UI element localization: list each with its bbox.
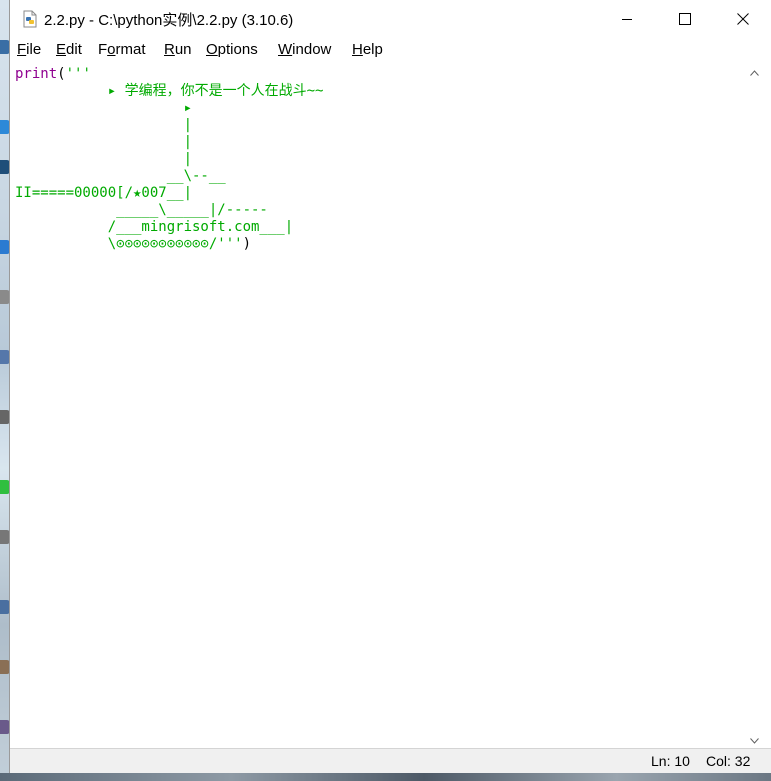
- source-code[interactable]: print(''' ▸ 学编程，你不是一个人在战斗~~ ▸ | | | __\-…: [15, 66, 323, 253]
- title-bar[interactable]: 2.2.py - C:\python实例\2.2.py (3.10.6): [10, 0, 771, 38]
- minimize-icon: [621, 10, 633, 29]
- window-title: 2.2.py - C:\python实例\2.2.py (3.10.6): [44, 12, 294, 29]
- window-right-edge: [763, 62, 771, 773]
- menu-format[interactable]: Format: [98, 41, 146, 58]
- close-paren: ): [242, 236, 252, 252]
- maximize-icon: [679, 10, 691, 29]
- print-keyword: print: [15, 66, 58, 82]
- menu-bar: File Edit Format Run Options Window Help: [10, 38, 771, 62]
- vertical-scrollbar[interactable]: [746, 62, 763, 748]
- scroll-up-button[interactable]: [746, 62, 763, 79]
- python-file-icon: [22, 10, 38, 28]
- desktop-taskbar-edge: [0, 773, 771, 781]
- maximize-button[interactable]: [656, 0, 714, 38]
- menu-help[interactable]: Help: [352, 41, 383, 58]
- menu-window[interactable]: Window: [278, 41, 331, 58]
- close-icon: [737, 10, 749, 29]
- code-editor[interactable]: print(''' ▸ 学编程，你不是一个人在战斗~~ ▸ | | | __\-…: [10, 62, 746, 748]
- status-bar: Ln: 10 Col: 32: [10, 748, 771, 773]
- chevron-up-icon: [750, 61, 759, 80]
- idle-editor-window: 2.2.py - C:\python实例\2.2.py (3.10.6) Fil…: [9, 0, 771, 773]
- column-number: Col: 32: [706, 753, 751, 769]
- open-paren: (: [57, 66, 66, 82]
- menu-edit[interactable]: Edit: [56, 41, 82, 58]
- chevron-down-icon: [750, 729, 759, 748]
- menu-file[interactable]: File: [17, 41, 41, 58]
- close-button[interactable]: [714, 0, 771, 38]
- menu-run[interactable]: Run: [164, 41, 192, 58]
- line-number: Ln: 10: [651, 753, 690, 769]
- minimize-button[interactable]: [598, 0, 656, 38]
- scroll-down-button[interactable]: [746, 730, 763, 747]
- desktop-background-left: [0, 0, 9, 781]
- menu-options[interactable]: Options: [206, 41, 258, 58]
- string-literal: ''' ▸ 学编程，你不是一个人在战斗~~ ▸ | | | __\--__ II…: [15, 66, 324, 252]
